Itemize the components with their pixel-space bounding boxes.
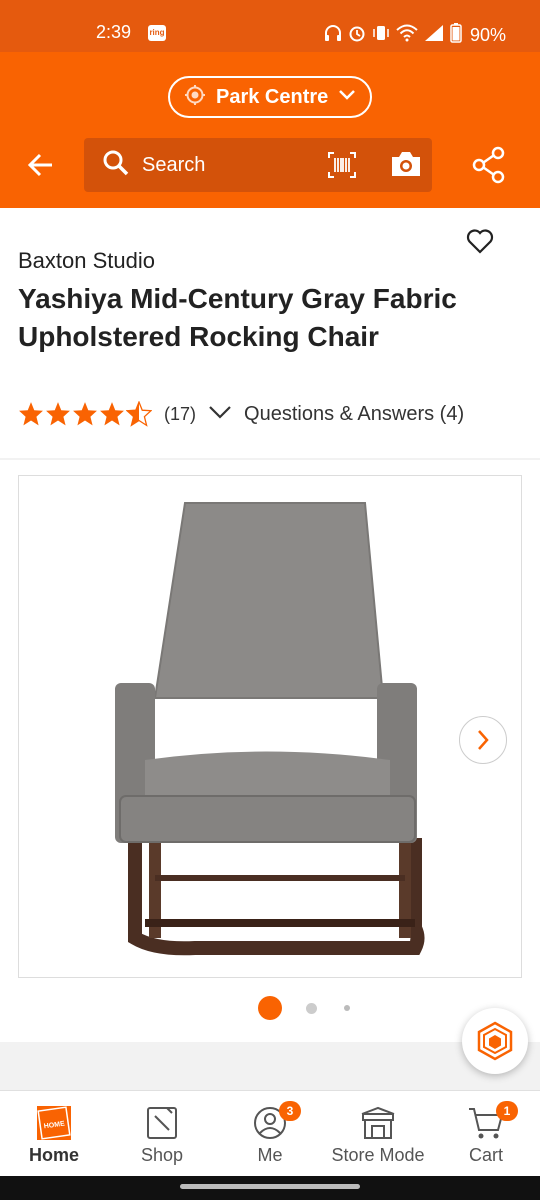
nav-store-mode[interactable]: Store Mode <box>324 1091 432 1177</box>
search-input[interactable]: Search <box>84 138 432 192</box>
star-rating[interactable] <box>18 401 152 427</box>
star-icon <box>46 402 70 426</box>
nav-home-label: Home <box>28 1145 79 1165</box>
nav-cart[interactable]: 1 Cart <box>432 1091 540 1177</box>
gallery-pagination <box>258 996 350 1020</box>
system-gesture-area <box>0 1176 540 1200</box>
rating-row: (17) Questions & Answers (4) <box>18 401 464 427</box>
image-gallery <box>0 460 540 1074</box>
magic-apron-assistant-button[interactable] <box>462 1008 528 1074</box>
location-icon <box>184 84 206 111</box>
star-icon <box>73 402 97 426</box>
nav-store-mode-label: Store Mode <box>331 1145 425 1165</box>
alarm-icon <box>348 24 366 47</box>
app-header: Park Centre Search <box>0 52 540 208</box>
nav-cart-label: Cart <box>468 1145 503 1165</box>
barcode-scan-icon[interactable] <box>328 152 356 183</box>
brand-name[interactable]: Baxton Studio <box>18 248 155 274</box>
pagination-dot[interactable] <box>344 1005 350 1011</box>
headphones-icon <box>324 24 342 47</box>
status-bar: 2:39 ring 90% <box>0 0 540 52</box>
battery-icon <box>450 23 462 48</box>
bottom-navigation: HOME Home Shop 3 Me Store Mode 1 Cart <box>0 1090 540 1176</box>
home-depot-logo-icon: HOME <box>37 1105 71 1141</box>
store-icon <box>359 1105 397 1141</box>
chevron-down-icon <box>338 88 356 106</box>
wifi-icon <box>396 24 418 47</box>
nav-shop[interactable]: Shop <box>108 1091 216 1177</box>
favorite-heart-icon[interactable] <box>466 228 494 259</box>
rocking-chair-image <box>115 502 425 956</box>
home-gesture-bar[interactable] <box>180 1184 360 1189</box>
ring-app-icon: ring <box>148 25 166 41</box>
share-icon[interactable] <box>472 146 506 189</box>
status-icons: 90% <box>324 23 506 48</box>
product-info: Baxton Studio Yashiya Mid-Century Gray F… <box>0 208 540 458</box>
back-button[interactable] <box>26 150 58 182</box>
battery-percent: 90% <box>470 25 507 45</box>
search-placeholder: Search <box>142 153 206 176</box>
review-count[interactable]: (17) <box>164 404 196 425</box>
search-icon <box>102 149 130 182</box>
status-time: 2:39 <box>96 22 132 42</box>
vibrate-icon <box>372 24 390 47</box>
camera-icon[interactable] <box>390 150 422 183</box>
product-image[interactable] <box>18 475 522 978</box>
pagination-dot[interactable] <box>306 1002 317 1014</box>
pagination-dot-active[interactable] <box>258 996 282 1020</box>
star-icon <box>19 402 43 426</box>
me-badge: 3 <box>279 1101 301 1121</box>
cart-badge: 1 <box>496 1101 518 1121</box>
cart-icon: 1 <box>468 1101 518 1141</box>
signal-icon <box>424 24 444 47</box>
chevron-down-icon[interactable] <box>208 404 232 425</box>
product-title: Yashiya Mid-Century Gray Fabric Upholste… <box>18 283 457 352</box>
half-star-icon <box>126 401 152 427</box>
nav-me[interactable]: 3 Me <box>216 1091 324 1177</box>
star-icon <box>100 402 124 426</box>
account-icon: 3 <box>253 1101 301 1141</box>
store-selector[interactable]: Park Centre <box>168 76 372 118</box>
store-name: Park Centre <box>216 85 329 108</box>
nav-home[interactable]: HOME Home <box>0 1091 108 1177</box>
nav-me-label: Me <box>257 1145 283 1165</box>
nav-shop-label: Shop <box>140 1145 184 1165</box>
questions-answers-link[interactable]: Questions & Answers (4) <box>244 403 464 426</box>
shop-icon <box>145 1105 179 1141</box>
chevron-right-icon <box>478 730 489 750</box>
hexagon-assistant-icon <box>477 1021 513 1061</box>
next-image-button[interactable] <box>459 716 507 764</box>
